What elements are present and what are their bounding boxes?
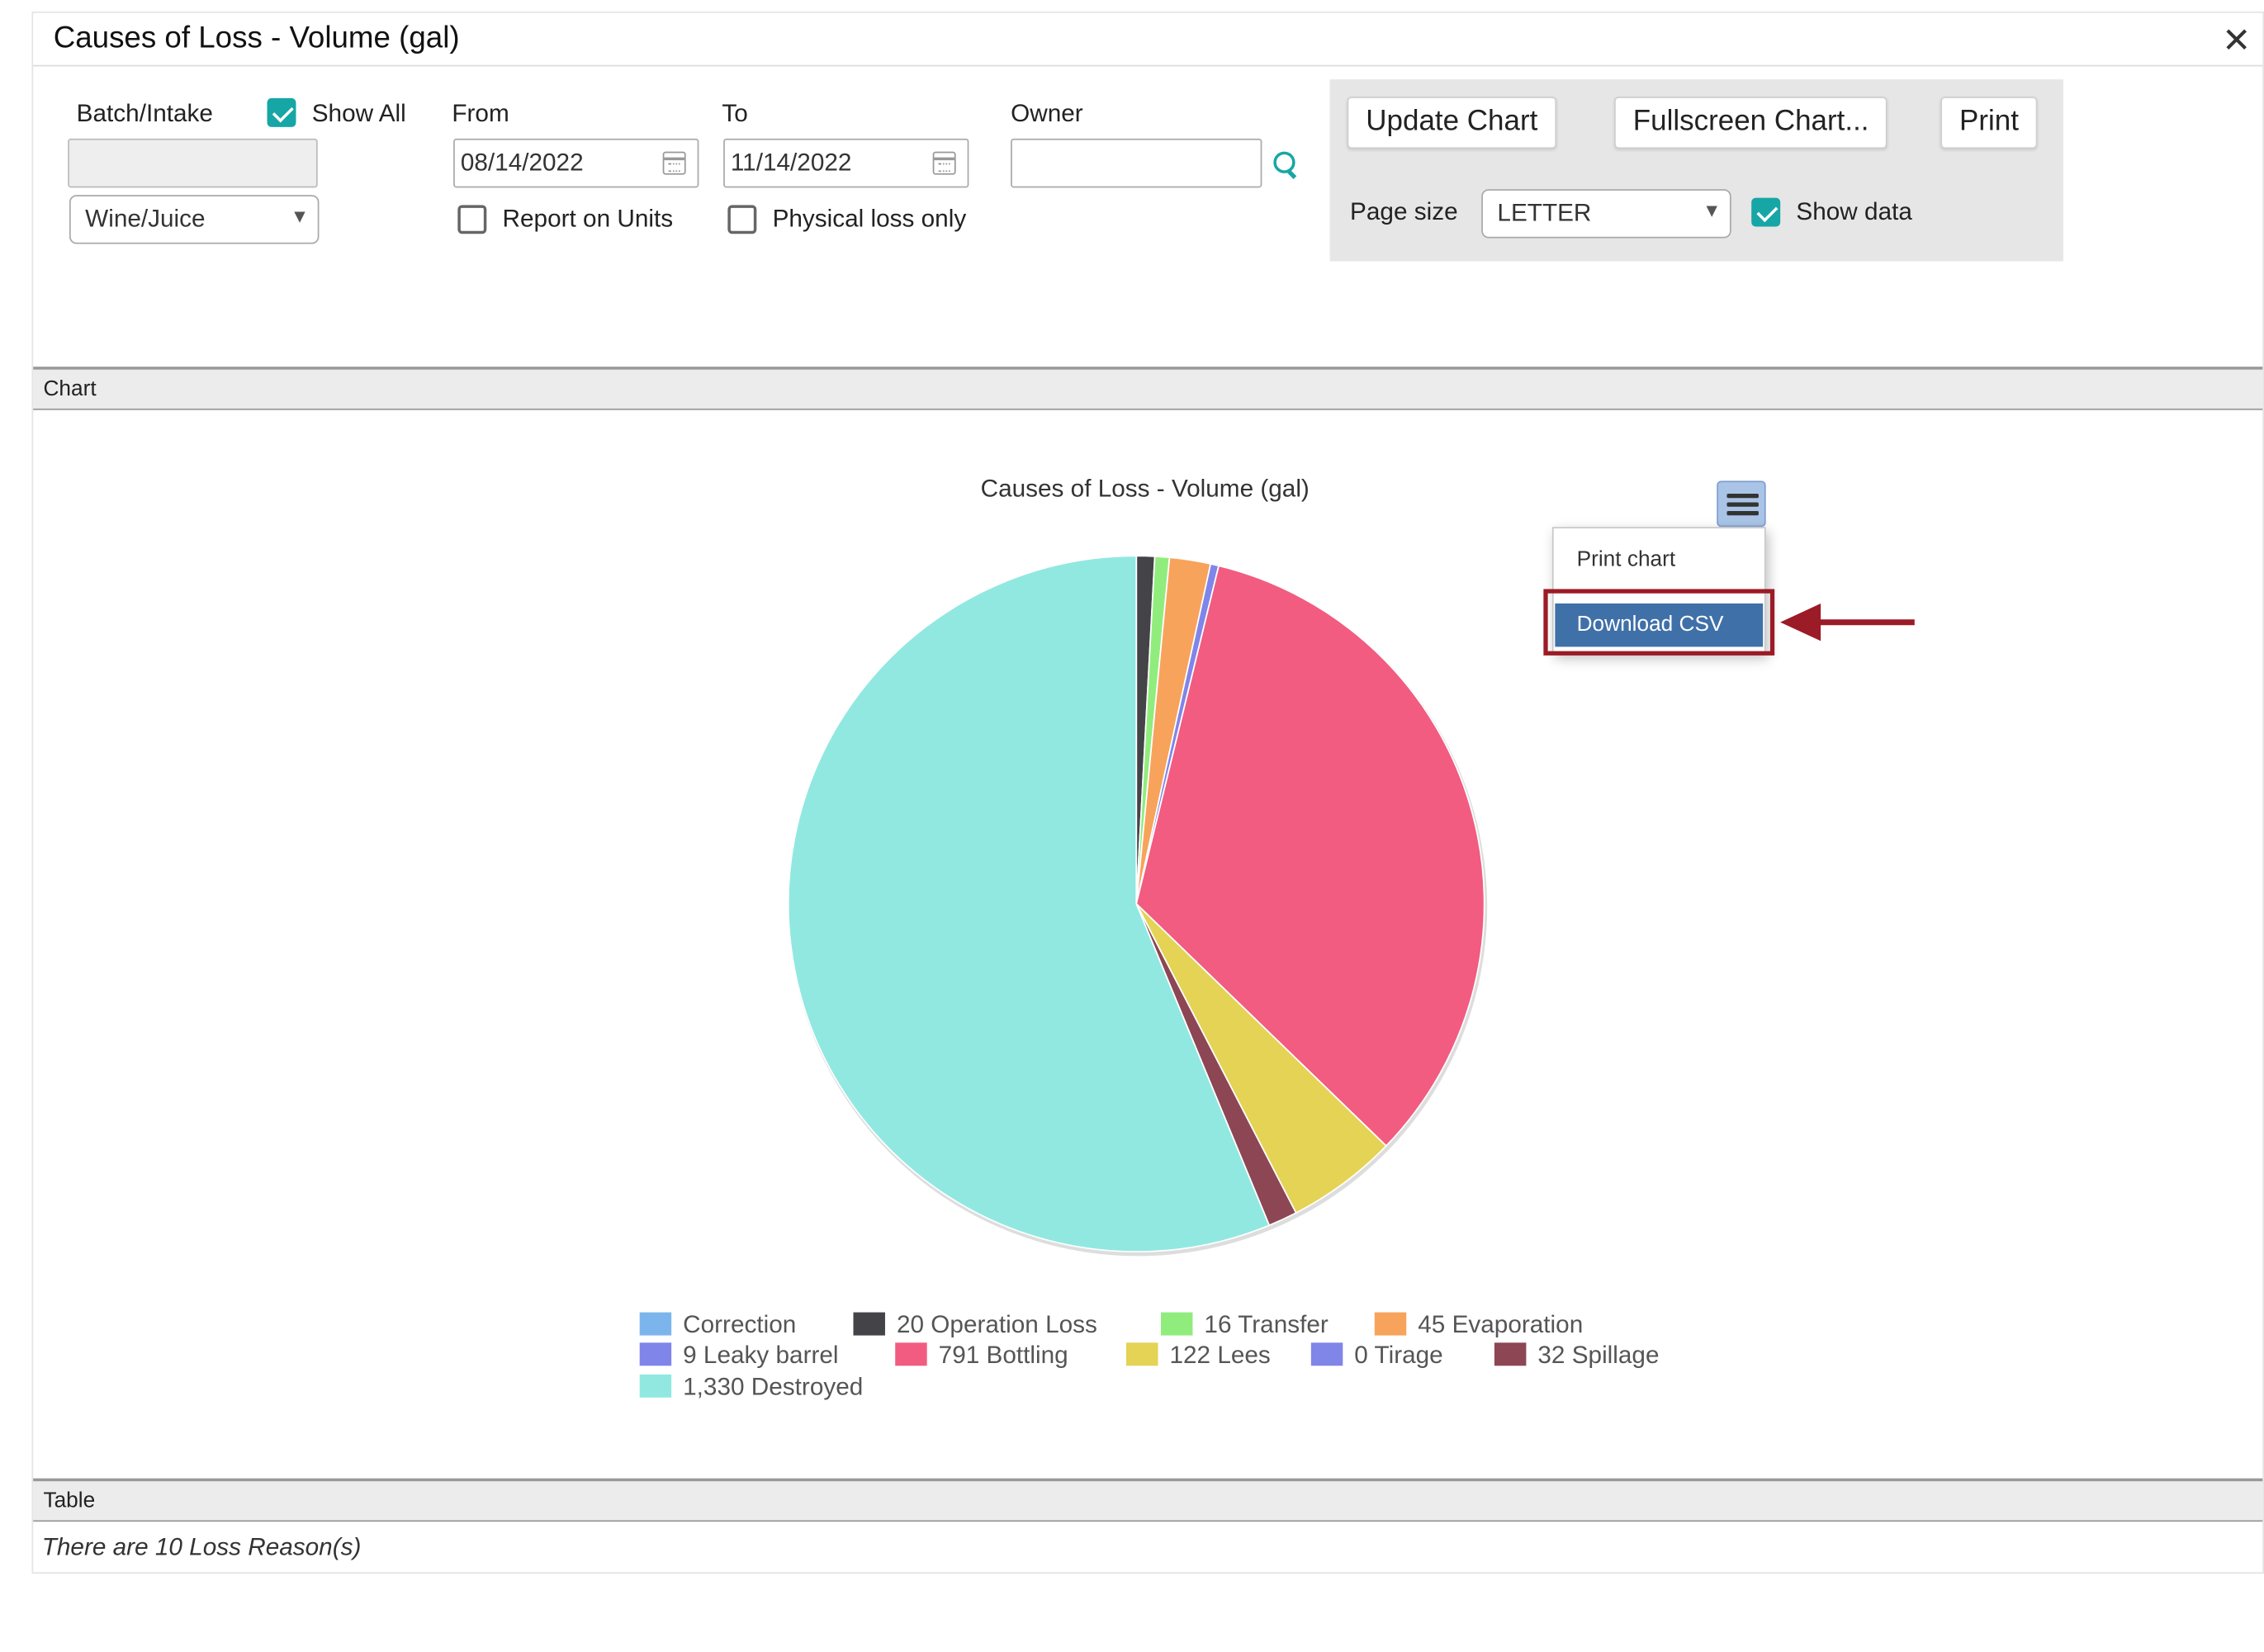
legend-label: 791 Bottling	[938, 1341, 1068, 1369]
from-date-value: 08/14/2022	[460, 149, 584, 177]
menu-icon	[1726, 511, 1759, 516]
print-button[interactable]: Print	[1940, 97, 2038, 149]
legend-swatch	[1494, 1342, 1527, 1366]
legend-item[interactable]: 32 Spillage	[1494, 1341, 1660, 1370]
chart-menu-button[interactable]	[1717, 480, 1766, 528]
legend-swatch	[895, 1342, 927, 1366]
chart-options-panel: Update Chart Fullscreen Chart... Print P…	[1329, 79, 2063, 262]
to-label: To	[722, 99, 748, 127]
show-all-label: Show All	[311, 99, 406, 127]
owner-input[interactable]	[1011, 138, 1262, 188]
show-data-label: Show data	[1796, 197, 1912, 225]
menu-icon	[1726, 502, 1759, 507]
calendar-icon[interactable]	[932, 151, 956, 175]
chart-title: Causes of Loss - Volume (gal)	[980, 475, 1310, 503]
legend-item[interactable]: 791 Bottling	[895, 1342, 1068, 1370]
pie-chart	[787, 555, 1488, 1257]
show-data-checkbox[interactable]	[1751, 197, 1781, 227]
from-date-input[interactable]: 08/14/2022	[453, 138, 699, 188]
batch-intake-input[interactable]	[68, 138, 318, 188]
legend-item[interactable]: 0 Tirage	[1310, 1341, 1443, 1370]
menu-icon	[1726, 494, 1759, 499]
legend-label: 1,330 Destroyed	[683, 1373, 864, 1401]
legend-label: 0 Tirage	[1354, 1341, 1443, 1369]
chart-section-header: Chart	[33, 367, 2263, 410]
to-date-value: 11/14/2022	[730, 149, 852, 177]
legend-item[interactable]: Correction	[639, 1310, 797, 1340]
page-size-label: Page size	[1350, 197, 1458, 225]
legend-label: 45 Evaporation	[1418, 1310, 1584, 1339]
show-all-checkbox[interactable]	[267, 97, 296, 127]
legend-swatch	[1310, 1342, 1343, 1366]
batch-intake-label: Batch/Intake	[76, 99, 213, 127]
chevron-down-icon: ▼	[1702, 199, 1722, 221]
legend-item[interactable]: 1,330 Destroyed	[639, 1373, 864, 1402]
legend-item[interactable]: 45 Evaporation	[1374, 1310, 1584, 1340]
table-section-label: Table	[43, 1488, 96, 1513]
highlight-box	[1543, 589, 1775, 656]
legend-swatch	[1126, 1342, 1158, 1366]
type-select[interactable]: Wine/Juice ▼	[69, 195, 320, 244]
legend-item[interactable]: 9 Leaky barrel	[639, 1341, 839, 1370]
legend-item[interactable]: 20 Operation Loss	[853, 1310, 1097, 1340]
legend-label: Correction	[683, 1310, 797, 1339]
type-select-value: Wine/Juice	[85, 205, 206, 233]
table-section-header: Table	[33, 1478, 2263, 1522]
calendar-icon[interactable]	[662, 151, 686, 175]
from-label: From	[452, 99, 509, 127]
chevron-down-icon: ▼	[290, 205, 310, 227]
report-dialog: Causes of Loss - Volume (gal) ✕ Batch/In…	[31, 11, 2264, 1574]
page-size-value: LETTER	[1497, 199, 1592, 227]
legend-label: 122 Lees	[1169, 1341, 1271, 1369]
legend-label: 20 Operation Loss	[896, 1310, 1097, 1339]
to-date-input[interactable]: 11/14/2022	[723, 138, 969, 188]
legend-item[interactable]: 16 Transfer	[1160, 1310, 1329, 1340]
legend-swatch	[639, 1374, 672, 1398]
close-icon[interactable]: ✕	[2222, 20, 2251, 62]
legend-swatch	[639, 1312, 672, 1336]
annotation-arrow	[1780, 603, 1915, 641]
legend-label: 9 Leaky barrel	[683, 1341, 839, 1369]
print-chart-menu-item[interactable]: Print chart	[1555, 538, 1763, 581]
legend-label: 32 Spillage	[1537, 1341, 1660, 1369]
owner-label: Owner	[1011, 99, 1083, 127]
chart-section-label: Chart	[43, 376, 97, 402]
legend-swatch	[853, 1312, 885, 1336]
legend-label: 16 Transfer	[1204, 1310, 1329, 1339]
physical-loss-checkbox[interactable]	[727, 205, 757, 234]
report-on-units-label: Report on Units	[502, 205, 674, 233]
update-chart-button[interactable]: Update Chart	[1347, 97, 1557, 149]
table-note: There are 10 Loss Reason(s)	[41, 1533, 362, 1561]
physical-loss-label: Physical loss only	[772, 205, 967, 233]
legend-item[interactable]: 122 Lees	[1126, 1342, 1271, 1370]
search-icon[interactable]	[1273, 151, 1296, 175]
fullscreen-chart-button[interactable]: Fullscreen Chart...	[1614, 97, 1888, 149]
dialog-titlebar: Causes of Loss - Volume (gal) ✕	[33, 12, 2263, 67]
report-on-units-checkbox[interactable]	[457, 205, 487, 234]
page-size-select[interactable]: LETTER ▼	[1481, 189, 1731, 239]
legend-swatch	[1374, 1312, 1407, 1336]
dialog-title: Causes of Loss - Volume (gal)	[53, 21, 460, 55]
legend-swatch	[1160, 1312, 1193, 1336]
legend-swatch	[639, 1342, 672, 1366]
